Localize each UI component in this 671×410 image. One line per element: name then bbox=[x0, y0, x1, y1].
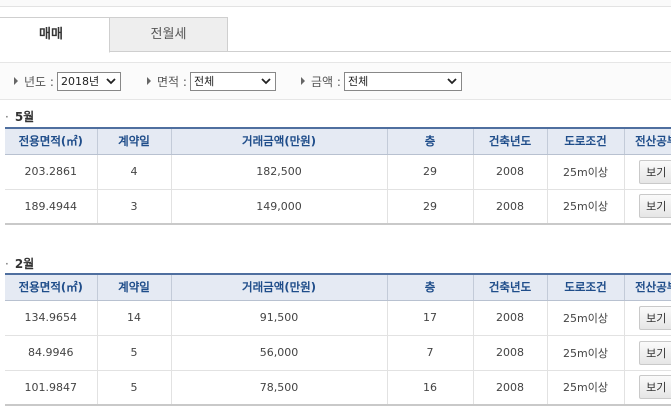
bullet-triangle-icon bbox=[147, 77, 151, 85]
year-select[interactable]: 2018년 bbox=[56, 71, 121, 91]
cell-records: 보기 bbox=[623, 300, 671, 336]
year-filter: 년도 : 2018년 bbox=[14, 71, 121, 91]
col-area: 전용면적(㎡) bbox=[5, 127, 97, 155]
chevron-down-icon bbox=[261, 78, 271, 85]
col-road: 도로조건 bbox=[546, 127, 624, 155]
cell-area: 189.4944 bbox=[5, 189, 97, 225]
table-header-row: 전용면적(㎡) 계약일 거래금액(만원) 층 건축년도 도로조건 전산공부 bbox=[5, 273, 671, 301]
cell-road: 25m이상 bbox=[546, 370, 624, 406]
cell-price: 78,500 bbox=[170, 370, 387, 406]
col-built: 건축년도 bbox=[472, 273, 547, 301]
cell-records: 보기 bbox=[623, 154, 671, 190]
month-heading: · 2월 bbox=[5, 255, 34, 272]
cell-records: 보기 bbox=[623, 335, 671, 371]
col-floor: 층 bbox=[386, 127, 473, 155]
cell-price: 91,500 bbox=[170, 300, 387, 336]
chevron-down-icon bbox=[447, 78, 457, 85]
view-button[interactable]: 보기 bbox=[639, 305, 671, 330]
price-filter-label: 금액 : bbox=[311, 74, 341, 89]
view-button[interactable]: 보기 bbox=[639, 340, 671, 365]
area-select-value: 전체 bbox=[193, 75, 215, 88]
price-select-value: 전체 bbox=[347, 75, 369, 88]
cell-day: 5 bbox=[96, 335, 171, 371]
transactions-table: 전용면적(㎡) 계약일 거래금액(만원) 층 건축년도 도로조건 전산공부 13… bbox=[5, 273, 671, 406]
col-records: 전산공부 bbox=[623, 127, 671, 155]
price-filter: 금액 : 전체 bbox=[301, 71, 462, 91]
table-row: 203.2861 4 182,500 29 2008 25m이상 보기 bbox=[5, 154, 671, 190]
area-filter-label: 면적 : bbox=[157, 74, 187, 89]
bullet-dot-icon: · bbox=[5, 110, 9, 124]
table-row: 189.4944 3 149,000 29 2008 25m이상 보기 bbox=[5, 189, 671, 225]
cell-floor: 29 bbox=[386, 154, 473, 190]
table-header-row: 전용면적(㎡) 계약일 거래금액(만원) 층 건축년도 도로조건 전산공부 bbox=[5, 127, 671, 155]
cell-area: 203.2861 bbox=[5, 154, 97, 190]
col-area: 전용면적(㎡) bbox=[5, 273, 97, 301]
col-price: 거래금액(만원) bbox=[170, 127, 387, 155]
col-day: 계약일 bbox=[96, 127, 171, 155]
view-button[interactable]: 보기 bbox=[639, 159, 671, 184]
cell-area: 101.9847 bbox=[5, 370, 97, 406]
col-built: 건축년도 bbox=[472, 127, 547, 155]
cell-day: 5 bbox=[96, 370, 171, 406]
table-row: 84.9946 5 56,000 7 2008 25m이상 보기 bbox=[5, 335, 671, 371]
table-row: 101.9847 5 78,500 16 2008 25m이상 보기 bbox=[5, 370, 671, 406]
cell-road: 25m이상 bbox=[546, 154, 624, 190]
col-road: 도로조건 bbox=[546, 273, 624, 301]
transactions-table: 전용면적(㎡) 계약일 거래금액(만원) 층 건축년도 도로조건 전산공부 20… bbox=[5, 127, 671, 225]
col-price: 거래금액(만원) bbox=[170, 273, 387, 301]
year-select-value: 2018년 bbox=[60, 75, 100, 88]
col-records: 전산공부 bbox=[623, 273, 671, 301]
cell-price: 182,500 bbox=[170, 154, 387, 190]
price-select[interactable]: 전체 bbox=[343, 71, 462, 91]
cell-built: 2008 bbox=[472, 154, 547, 190]
month-heading: · 5월 bbox=[5, 108, 34, 125]
tab-sale[interactable]: 매매 bbox=[0, 17, 110, 53]
bullet-triangle-icon bbox=[14, 77, 18, 85]
cell-price: 149,000 bbox=[170, 189, 387, 225]
col-floor: 층 bbox=[386, 273, 473, 301]
top-strip bbox=[0, 0, 671, 7]
cell-floor: 29 bbox=[386, 189, 473, 225]
cell-built: 2008 bbox=[472, 370, 547, 406]
cell-road: 25m이상 bbox=[546, 300, 624, 336]
cell-built: 2008 bbox=[472, 189, 547, 225]
cell-floor: 16 bbox=[386, 370, 473, 406]
cell-built: 2008 bbox=[472, 335, 547, 371]
cell-road: 25m이상 bbox=[546, 189, 624, 225]
cell-road: 25m이상 bbox=[546, 335, 624, 371]
tab-rent[interactable]: 전월세 bbox=[110, 17, 228, 52]
bullet-dot-icon: · bbox=[5, 257, 9, 271]
chevron-down-icon bbox=[106, 78, 116, 85]
area-filter: 면적 : 전체 bbox=[147, 71, 276, 91]
table-row: 134.9654 14 91,500 17 2008 25m이상 보기 bbox=[5, 300, 671, 336]
cell-built: 2008 bbox=[472, 300, 547, 336]
view-button[interactable]: 보기 bbox=[639, 194, 671, 219]
cell-day: 3 bbox=[96, 189, 171, 225]
cell-price: 56,000 bbox=[170, 335, 387, 371]
cell-floor: 17 bbox=[386, 300, 473, 336]
col-day: 계약일 bbox=[96, 273, 171, 301]
cell-day: 14 bbox=[96, 300, 171, 336]
cell-records: 보기 bbox=[623, 189, 671, 225]
year-filter-label: 년도 : bbox=[24, 74, 54, 89]
bullet-triangle-icon bbox=[301, 77, 305, 85]
cell-floor: 7 bbox=[386, 335, 473, 371]
month-label: 2월 bbox=[14, 257, 35, 271]
tab-bar: 매매 전월세 bbox=[0, 17, 671, 53]
cell-day: 4 bbox=[96, 154, 171, 190]
area-select[interactable]: 전체 bbox=[189, 71, 276, 91]
view-button[interactable]: 보기 bbox=[639, 375, 671, 400]
filter-bar: 년도 : 2018년 면적 : 전체 금액 : 전체 bbox=[0, 62, 671, 100]
month-label: 5월 bbox=[14, 110, 35, 124]
cell-area: 134.9654 bbox=[5, 300, 97, 336]
cell-records: 보기 bbox=[623, 370, 671, 406]
cell-area: 84.9946 bbox=[5, 335, 97, 371]
